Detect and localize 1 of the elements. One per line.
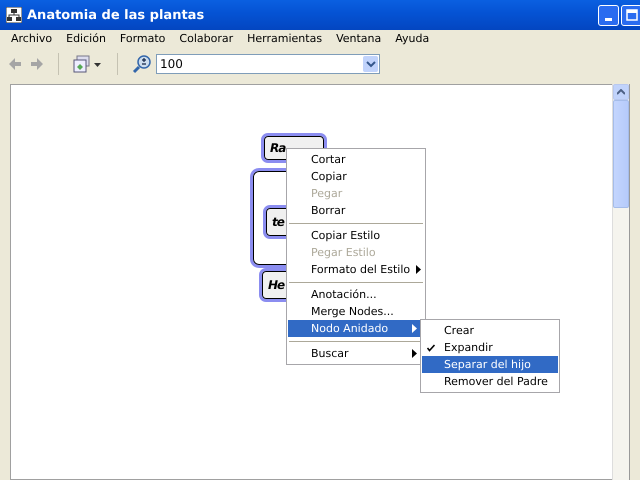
window-title: Anatomia de las plantas bbox=[27, 8, 206, 22]
